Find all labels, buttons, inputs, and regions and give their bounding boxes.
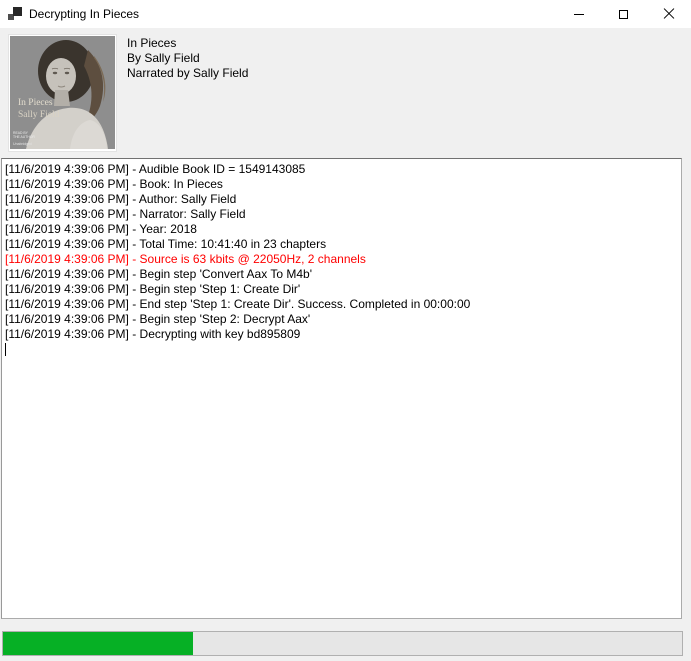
window-title: Decrypting In Pieces xyxy=(29,7,139,21)
svg-text:Sally Field: Sally Field xyxy=(18,110,60,120)
title-bar[interactable]: Decrypting In Pieces xyxy=(0,0,691,28)
log-line: [11/6/2019 4:39:06 PM] - Decrypting with… xyxy=(5,327,681,342)
log-line: [11/6/2019 4:39:06 PM] - Begin step 'Con… xyxy=(5,267,681,282)
log-line: [11/6/2019 4:39:06 PM] - Author: Sally F… xyxy=(5,192,681,207)
progress-bar xyxy=(2,631,683,656)
log-line: [11/6/2019 4:39:06 PM] - Total Time: 10:… xyxy=(5,237,681,252)
svg-text:In Pieces: In Pieces xyxy=(18,98,53,108)
book-author: By Sally Field xyxy=(127,51,248,66)
log-line: [11/6/2019 4:39:06 PM] - Begin step 'Ste… xyxy=(5,312,681,327)
log-textbox[interactable]: [11/6/2019 4:39:06 PM] - Audible Book ID… xyxy=(1,158,682,619)
app-icon[interactable] xyxy=(8,7,22,21)
log-line: [11/6/2019 4:39:06 PM] - End step 'Step … xyxy=(5,297,681,312)
progress-fill xyxy=(3,632,193,655)
minimize-icon xyxy=(574,14,584,15)
log-lines: [11/6/2019 4:39:06 PM] - Audible Book ID… xyxy=(5,162,681,342)
log-line: [11/6/2019 4:39:06 PM] - Year: 2018 xyxy=(5,222,681,237)
maximize-icon xyxy=(619,10,628,19)
log-line: [11/6/2019 4:39:06 PM] - Audible Book ID… xyxy=(5,162,681,177)
log-line: [11/6/2019 4:39:06 PM] - Narrator: Sally… xyxy=(5,207,681,222)
svg-text:Unabridged: Unabridged xyxy=(13,142,32,146)
app-window: Decrypting In Pieces xyxy=(0,0,691,661)
minimize-button[interactable] xyxy=(556,0,601,28)
close-button[interactable] xyxy=(646,0,691,28)
log-line: [11/6/2019 4:39:06 PM] - Begin step 'Ste… xyxy=(5,282,681,297)
book-narrator: Narrated by Sally Field xyxy=(127,66,248,81)
book-cover: In Pieces Sally Field READ BY THE AUTHOR… xyxy=(8,34,117,152)
app-icon-square-big xyxy=(13,7,22,16)
text-caret xyxy=(5,343,6,356)
book-cover-art: In Pieces Sally Field READ BY THE AUTHOR… xyxy=(10,36,115,149)
maximize-button[interactable] xyxy=(601,0,646,28)
log-line: [11/6/2019 4:39:06 PM] - Book: In Pieces xyxy=(5,177,681,192)
close-icon xyxy=(663,8,675,20)
svg-text:THE AUTHOR: THE AUTHOR xyxy=(13,135,35,139)
window-controls xyxy=(556,0,691,28)
book-title: In Pieces xyxy=(127,36,248,51)
book-info: In Pieces By Sally Field Narrated by Sal… xyxy=(127,36,248,81)
log-line: [11/6/2019 4:39:06 PM] - Source is 63 kb… xyxy=(5,252,681,267)
